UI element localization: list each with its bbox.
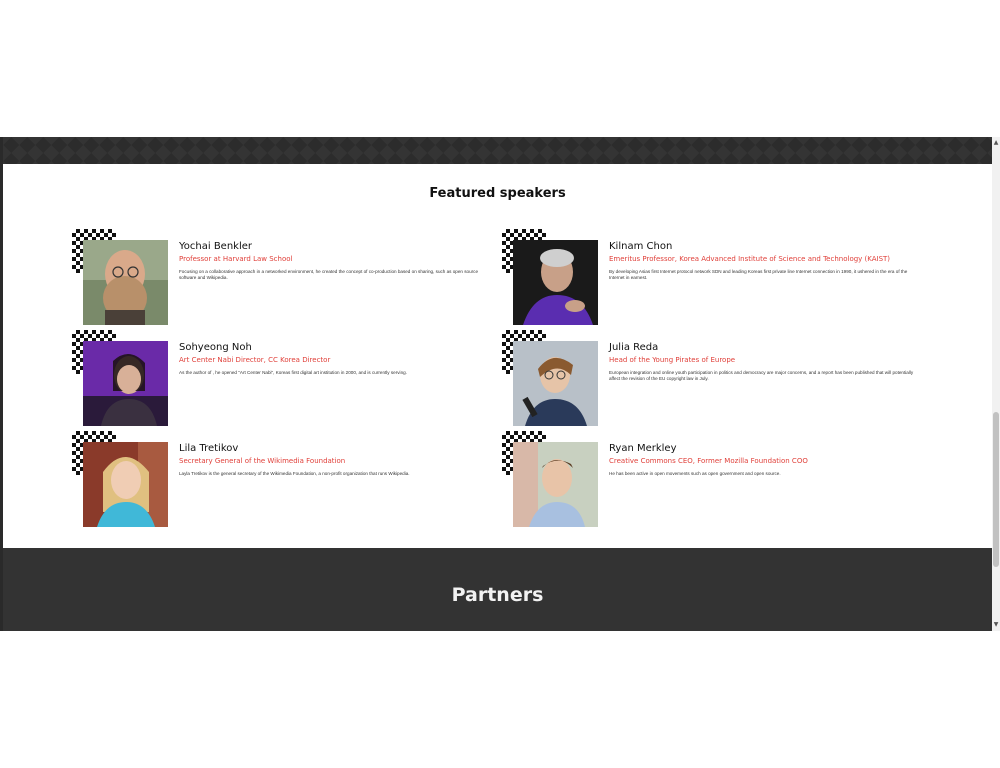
speaker-role: Professor at Harvard Law School [179,255,293,263]
vertical-scrollbar[interactable]: ▲ ▼ [992,137,1000,631]
page-content: Featured speakers Yochai Benkler Profess… [0,137,992,631]
speaker-card: Sohyeong Noh Art Center Nabi Director, C… [72,330,492,430]
speaker-photo-frame [502,330,600,428]
scroll-down-arrow-icon[interactable]: ▼ [992,621,1000,629]
speaker-photo-frame [502,431,600,529]
speaker-card: Julia Reda Head of the Young Pirates of … [502,330,922,430]
speaker-card: Yochai Benkler Professor at Harvard Law … [72,229,492,329]
speaker-info: Sohyeong Noh Art Center Nabi Director, C… [179,342,489,376]
speaker-photo [83,240,168,325]
speaker-name: Ryan Merkley [609,443,677,454]
speaker-role: Art Center Nabi Director, CC Korea Direc… [179,356,331,364]
speaker-role: Emeritus Professor, Korea Advanced Insti… [609,255,891,263]
speaker-photo-frame [502,229,600,327]
partners-section: Partners [3,548,992,631]
speaker-info: Kilnam Chon Emeritus Professor, Korea Ad… [609,241,919,281]
speaker-card: Kilnam Chon Emeritus Professor, Korea Ad… [502,229,922,329]
header-pattern-band [3,137,992,164]
speaker-photo [513,240,598,325]
speaker-card: Lila Tretikov Secretary General of the W… [72,431,492,531]
speaker-info: Ryan Merkley Creative Commons CEO, Forme… [609,443,919,477]
speaker-card: Ryan Merkley Creative Commons CEO, Forme… [502,431,922,531]
speaker-photo [83,442,168,527]
speaker-role: Secretary General of the Wikimedia Found… [179,457,346,465]
scrollbar-thumb[interactable] [993,412,999,567]
speaker-role: Creative Commons CEO, Former Mozilla Fou… [609,457,808,465]
speaker-photo-frame [72,229,170,327]
speaker-bio: He has been active in open movements suc… [609,471,781,476]
speaker-photo [513,341,598,426]
speaker-bio: Focusing on a collaborative approach in … [179,269,479,281]
speaker-info: Julia Reda Head of the Young Pirates of … [609,342,919,382]
speaker-name: Lila Tretikov [179,443,239,454]
speaker-name: Sohyeong Noh [179,342,252,353]
speaker-name: Kilnam Chon [609,241,673,252]
speaker-photo-frame [72,330,170,428]
speaker-info: Lila Tretikov Secretary General of the W… [179,443,489,477]
speaker-photo-frame [72,431,170,529]
partners-title: Partners [451,584,544,606]
speaker-photo [513,442,598,527]
speaker-bio: By developing Asias first Internet proto… [609,269,908,281]
speaker-name: Julia Reda [609,342,659,353]
speaker-role: Head of the Young Pirates of Europe [609,356,736,364]
scroll-up-arrow-icon[interactable]: ▲ [992,139,1000,147]
speaker-info: Yochai Benkler Professor at Harvard Law … [179,241,489,281]
browser-viewport: Featured speakers Yochai Benkler Profess… [0,137,1000,631]
speaker-bio: As the author of , he opened "Art Center… [179,370,407,375]
speaker-bio: Layla Tretikov is the general secretary … [179,471,410,476]
section-title: Featured speakers [429,186,566,201]
speaker-name: Yochai Benkler [179,241,253,252]
speaker-photo [83,341,168,426]
speaker-bio: European integration and online youth pa… [609,370,914,382]
